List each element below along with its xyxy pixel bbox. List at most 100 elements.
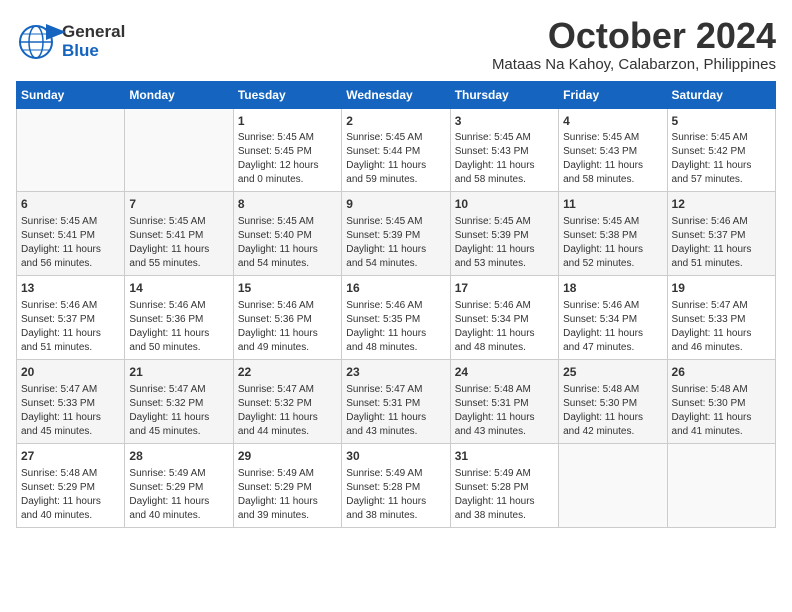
day-header-monday: Monday <box>125 81 233 108</box>
day-number: 29 <box>238 448 337 465</box>
calendar-header-row: SundayMondayTuesdayWednesdayThursdayFrid… <box>17 81 776 108</box>
day-info: Sunrise: 5:49 AM Sunset: 5:28 PM Dayligh… <box>455 467 554 523</box>
day-info: Sunrise: 5:45 AM Sunset: 5:39 PM Dayligh… <box>346 215 445 271</box>
day-number: 15 <box>238 280 337 297</box>
calendar-cell: 13 Sunrise: 5:46 AM Sunset: 5:37 PM Dayli… <box>17 276 125 360</box>
day-number: 10 <box>455 196 554 213</box>
day-number: 31 <box>455 448 554 465</box>
calendar-cell: 22Sunrise: 5:47 AM Sunset: 5:32 PM Dayli… <box>233 359 341 443</box>
title-area: October 2024 Mataas Na Kahoy, Calabarzon… <box>492 16 776 73</box>
day-number: 9 <box>346 196 445 213</box>
day-header-friday: Friday <box>559 81 667 108</box>
day-info: Sunrise: 5:46 AM Sunset: 5:34 PM Dayligh… <box>563 299 662 355</box>
day-info: Sunrise: 5:45 AM Sunset: 5:40 PM Dayligh… <box>238 215 337 271</box>
calendar-cell: 24Sunrise: 5:48 AM Sunset: 5:31 PM Dayli… <box>450 359 558 443</box>
day-info: Sunrise: 5:49 AM Sunset: 5:28 PM Dayligh… <box>346 467 445 523</box>
day-info: Sunrise: 5:47 AM Sunset: 5:33 PM Dayligh… <box>672 299 771 355</box>
day-number: 30 <box>346 448 445 465</box>
day-number: 3 <box>455 113 554 130</box>
calendar-cell: 16 Sunrise: 5:46 AM Sunset: 5:35 PM Dayli… <box>342 276 450 360</box>
day-number: 11 <box>563 196 662 213</box>
calendar-cell: 27 Sunrise: 5:48 AM Sunset: 5:29 PM Dayli… <box>17 443 125 527</box>
day-number: 16 <box>346 280 445 297</box>
calendar-cell: 2Sunrise: 5:45 AM Sunset: 5:44 PM Daylig… <box>342 108 450 192</box>
day-header-wednesday: Wednesday <box>342 81 450 108</box>
week-row-5: 27 Sunrise: 5:48 AM Sunset: 5:29 PM Dayli… <box>17 443 776 527</box>
day-info: Sunrise: 5:46 AM Sunset: 5:36 PM Dayligh… <box>129 299 228 355</box>
calendar-cell: 10 Sunrise: 5:45 AM Sunset: 5:39 PM Dayli… <box>450 192 558 276</box>
day-info: Sunrise: 5:45 AM Sunset: 5:43 PM Dayligh… <box>563 131 662 187</box>
day-info: Sunrise: 5:45 AM Sunset: 5:38 PM Dayligh… <box>563 215 662 271</box>
calendar-cell <box>125 108 233 192</box>
day-number: 12 <box>672 196 771 213</box>
day-number: 25 <box>563 364 662 381</box>
day-info: Sunrise: 5:45 AM Sunset: 5:44 PM Dayligh… <box>346 131 445 187</box>
week-row-4: 20Sunrise: 5:47 AM Sunset: 5:33 PM Dayli… <box>17 359 776 443</box>
calendar-cell: 1Sunrise: 5:45 AM Sunset: 5:45 PM Daylig… <box>233 108 341 192</box>
calendar-cell: 18Sunrise: 5:46 AM Sunset: 5:34 PM Dayli… <box>559 276 667 360</box>
calendar-table: SundayMondayTuesdayWednesdayThursdayFrid… <box>16 81 776 528</box>
day-number: 14 <box>129 280 228 297</box>
calendar-cell: 15 Sunrise: 5:46 AM Sunset: 5:36 PM Dayli… <box>233 276 341 360</box>
day-info: Sunrise: 5:48 AM Sunset: 5:29 PM Dayligh… <box>21 467 120 523</box>
day-number: 23 <box>346 364 445 381</box>
calendar-cell: 4Sunrise: 5:45 AM Sunset: 5:43 PM Daylig… <box>559 108 667 192</box>
calendar-cell: 25 Sunrise: 5:48 AM Sunset: 5:30 PM Dayli… <box>559 359 667 443</box>
calendar-cell: 19Sunrise: 5:47 AM Sunset: 5:33 PM Dayli… <box>667 276 775 360</box>
logo-text-general: General <box>62 23 125 42</box>
day-header-saturday: Saturday <box>667 81 775 108</box>
logo-icon <box>16 20 68 64</box>
calendar-cell: 11 Sunrise: 5:45 AM Sunset: 5:38 PM Dayli… <box>559 192 667 276</box>
day-info: Sunrise: 5:46 AM Sunset: 5:37 PM Dayligh… <box>672 215 771 271</box>
day-info: Sunrise: 5:47 AM Sunset: 5:31 PM Dayligh… <box>346 383 445 439</box>
day-number: 2 <box>346 113 445 130</box>
logo: General Blue <box>16 16 125 64</box>
day-info: Sunrise: 5:45 AM Sunset: 5:42 PM Dayligh… <box>672 131 771 187</box>
day-number: 4 <box>563 113 662 130</box>
calendar-cell: 29Sunrise: 5:49 AM Sunset: 5:29 PM Dayli… <box>233 443 341 527</box>
day-header-sunday: Sunday <box>17 81 125 108</box>
calendar-cell: 3Sunrise: 5:45 AM Sunset: 5:43 PM Daylig… <box>450 108 558 192</box>
day-info: Sunrise: 5:45 AM Sunset: 5:41 PM Dayligh… <box>129 215 228 271</box>
day-number: 8 <box>238 196 337 213</box>
calendar-cell: 31 Sunrise: 5:49 AM Sunset: 5:28 PM Dayli… <box>450 443 558 527</box>
day-info: Sunrise: 5:45 AM Sunset: 5:43 PM Dayligh… <box>455 131 554 187</box>
day-number: 1 <box>238 113 337 130</box>
header: General Blue October 2024 Mataas Na Kaho… <box>16 16 776 73</box>
day-number: 13 <box>21 280 120 297</box>
calendar-cell: 9 Sunrise: 5:45 AM Sunset: 5:39 PM Daylig… <box>342 192 450 276</box>
calendar-cell: 14 Sunrise: 5:46 AM Sunset: 5:36 PM Dayli… <box>125 276 233 360</box>
day-info: Sunrise: 5:46 AM Sunset: 5:35 PM Dayligh… <box>346 299 445 355</box>
calendar-cell: 17Sunrise: 5:46 AM Sunset: 5:34 PM Dayli… <box>450 276 558 360</box>
day-number: 7 <box>129 196 228 213</box>
day-info: Sunrise: 5:46 AM Sunset: 5:36 PM Dayligh… <box>238 299 337 355</box>
day-info: Sunrise: 5:48 AM Sunset: 5:30 PM Dayligh… <box>563 383 662 439</box>
day-info: Sunrise: 5:46 AM Sunset: 5:37 PM Dayligh… <box>21 299 120 355</box>
calendar-cell: 7 Sunrise: 5:45 AM Sunset: 5:41 PM Daylig… <box>125 192 233 276</box>
calendar-cell: 5Sunrise: 5:45 AM Sunset: 5:42 PM Daylig… <box>667 108 775 192</box>
calendar-cell: 12 Sunrise: 5:46 AM Sunset: 5:37 PM Dayli… <box>667 192 775 276</box>
month-title: October 2024 <box>492 16 776 56</box>
calendar-cell: 28Sunrise: 5:49 AM Sunset: 5:29 PM Dayli… <box>125 443 233 527</box>
calendar-body: 1Sunrise: 5:45 AM Sunset: 5:45 PM Daylig… <box>17 108 776 527</box>
week-row-3: 13 Sunrise: 5:46 AM Sunset: 5:37 PM Dayli… <box>17 276 776 360</box>
day-number: 20 <box>21 364 120 381</box>
calendar-cell: 23 Sunrise: 5:47 AM Sunset: 5:31 PM Dayli… <box>342 359 450 443</box>
day-info: Sunrise: 5:47 AM Sunset: 5:32 PM Dayligh… <box>129 383 228 439</box>
day-number: 5 <box>672 113 771 130</box>
week-row-2: 6 Sunrise: 5:45 AM Sunset: 5:41 PM Daylig… <box>17 192 776 276</box>
calendar-cell <box>559 443 667 527</box>
calendar-cell: 6Sunrise: 5:45 AM Sunset: 5:41 PM Daylig… <box>17 192 125 276</box>
day-header-thursday: Thursday <box>450 81 558 108</box>
logo-text-blue: Blue <box>62 42 125 61</box>
calendar-cell: 21Sunrise: 5:47 AM Sunset: 5:32 PM Dayli… <box>125 359 233 443</box>
calendar-cell: 26Sunrise: 5:48 AM Sunset: 5:30 PM Dayli… <box>667 359 775 443</box>
calendar-cell <box>17 108 125 192</box>
day-number: 6 <box>21 196 120 213</box>
calendar-cell: 8 Sunrise: 5:45 AM Sunset: 5:40 PM Daylig… <box>233 192 341 276</box>
calendar-cell <box>667 443 775 527</box>
day-number: 27 <box>21 448 120 465</box>
day-number: 22 <box>238 364 337 381</box>
day-info: Sunrise: 5:45 AM Sunset: 5:39 PM Dayligh… <box>455 215 554 271</box>
day-info: Sunrise: 5:46 AM Sunset: 5:34 PM Dayligh… <box>455 299 554 355</box>
